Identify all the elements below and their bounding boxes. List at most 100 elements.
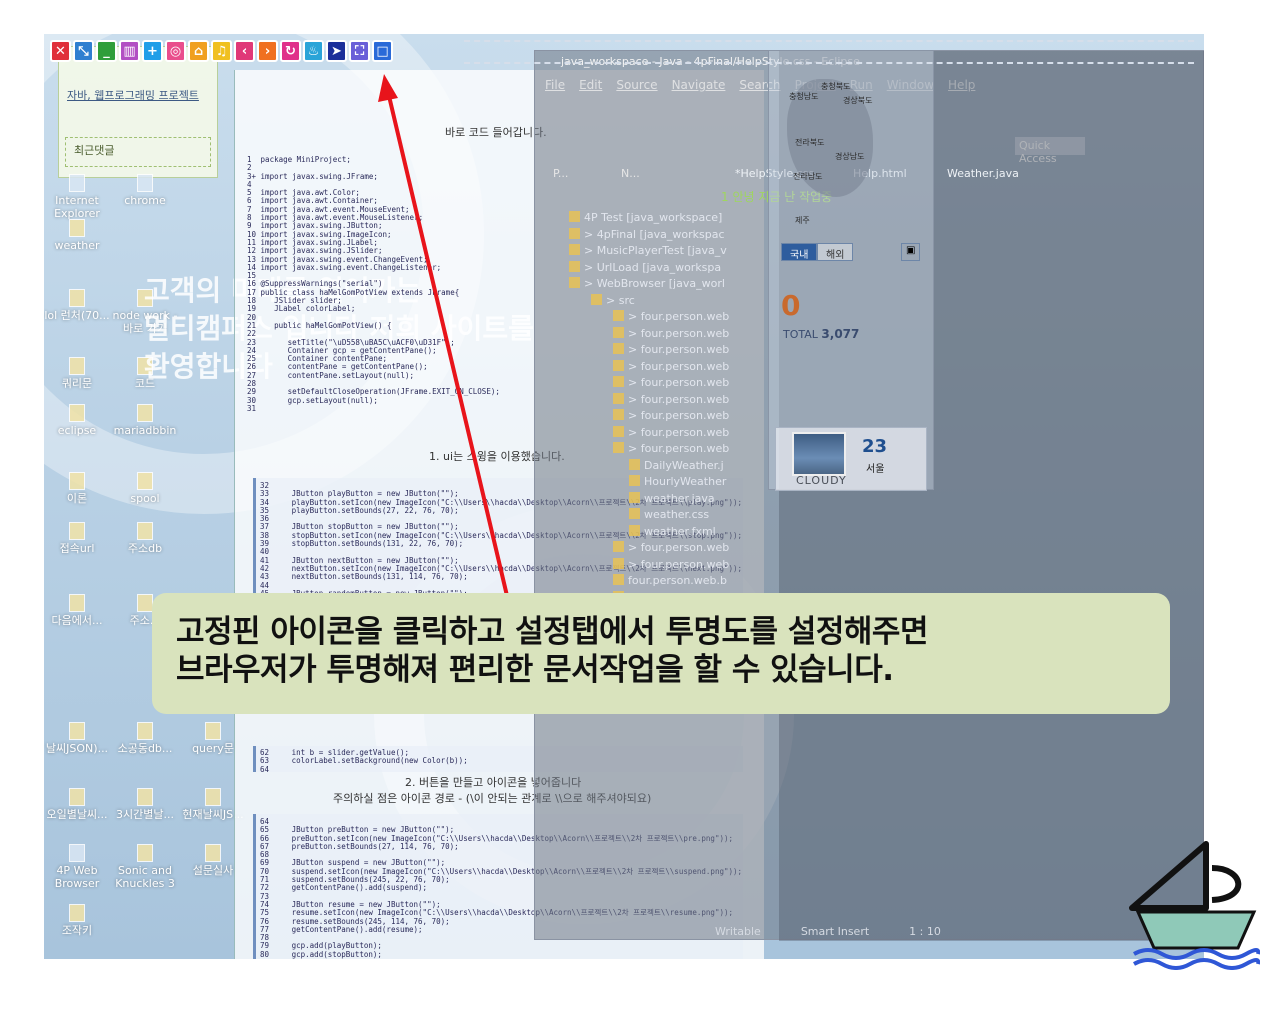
tree-item[interactable]: > four.person.web	[613, 343, 729, 356]
desktop-icon[interactable]: 소공동db...	[110, 722, 180, 755]
desktop-icon[interactable]: 날씨JSON)...	[44, 722, 112, 755]
eclipse-status-bar: Writable Smart Insert 1 : 10	[715, 925, 941, 938]
cloudy-weather-icon	[792, 432, 846, 476]
home-icon[interactable]: ⌂	[188, 40, 209, 62]
tree-item[interactable]: > four.person.web	[613, 310, 729, 323]
tree-item[interactable]: > four.person.web	[613, 359, 730, 373]
tree-item[interactable]: 4P Test [java_workspace]	[569, 211, 722, 224]
map-label: 전라북도	[795, 138, 825, 147]
music-icon[interactable]: ♫	[211, 40, 232, 62]
desktop-icon[interactable]: Internet Explorer	[44, 174, 112, 220]
desktop-icon-label: Internet Explorer	[54, 194, 100, 220]
desktop-icon[interactable]: eclipse	[44, 404, 112, 437]
desktop-icon-label: eclipse	[57, 424, 97, 437]
menu-item-source[interactable]: Source	[616, 78, 657, 92]
tree-item-label: > four.person.web	[628, 359, 730, 373]
tree-item-label: > four.person.web	[628, 541, 730, 554]
navigator-tab[interactable]: N...	[621, 167, 640, 180]
menu-item-file[interactable]: File	[545, 78, 565, 92]
tree-item[interactable]: weather.css	[629, 508, 709, 521]
desktop-icon-label: 다음에서...	[51, 614, 103, 627]
desktop-icon[interactable]: weather	[44, 219, 112, 252]
tab-domestic[interactable]: 국내	[781, 243, 818, 261]
desktop-icon[interactable]: 접속url	[44, 522, 112, 555]
file-icon	[137, 788, 153, 806]
desktop-icon[interactable]: mariadbbin	[110, 404, 180, 437]
refresh-icon[interactable]: ↻	[280, 40, 301, 62]
callout-line-1: 고정핀 아이콘을 클릭하고 설정탭에서 투명도를 설정해주면	[176, 614, 928, 650]
desktop-icon-label: Sonic and Knuckles 3	[115, 864, 175, 890]
tree-item[interactable]: > four.person.web	[613, 326, 730, 340]
tree-item-label: > four.person.web	[628, 326, 730, 340]
desktop-icon-label: 4P Web Browser	[54, 864, 100, 890]
file-icon	[69, 788, 85, 806]
tree-item[interactable]: weather.java	[629, 491, 715, 505]
tree-item-label: HourlyWeather	[644, 475, 727, 488]
shrink-icon[interactable]: ⤡	[73, 40, 94, 62]
menu-item-navigate[interactable]: Navigate	[672, 78, 726, 92]
tree-item[interactable]: > four.person.web	[613, 392, 729, 406]
city-name: 서울	[866, 464, 885, 475]
map-toggle-button[interactable]: ▣	[901, 243, 921, 261]
desktop-icon[interactable]: 쿼리문	[44, 357, 112, 390]
desktop-icon[interactable]: 주소db	[110, 522, 180, 555]
desktop-icon[interactable]: 다음에서...	[44, 594, 112, 627]
tree-item[interactable]: > MusicPlayerTest [java_v	[569, 244, 727, 257]
map-label: 충청남도	[789, 92, 819, 101]
close-icon[interactable]: ✕	[50, 40, 71, 62]
tree-item-label: > four.person.web	[628, 310, 730, 323]
tree-item-label: > four.person.web	[628, 409, 730, 422]
total-value: 3,077	[821, 327, 860, 341]
blog-category-link[interactable]: 자바, 웹프로그래밍 프로젝트	[59, 83, 217, 103]
tree-item[interactable]: > src	[591, 293, 635, 307]
tree-item[interactable]: four.person.web.b	[613, 574, 727, 587]
forward-icon[interactable]: ›	[257, 40, 278, 62]
desktop-icon[interactable]: Sonic and Knuckles 3	[110, 844, 180, 890]
editor-tab-weather[interactable]: Weather.java	[947, 167, 1019, 180]
desktop-icon[interactable]: 조작키	[44, 904, 112, 937]
pin-icon[interactable]: ➤	[326, 40, 347, 62]
tree-item[interactable]: > WebBrowser [java_worl	[569, 277, 725, 290]
tree-item[interactable]: HourlyWeather	[629, 475, 726, 488]
desktop-icon[interactable]: 4P Web Browser	[44, 844, 112, 890]
folder-icon	[613, 425, 624, 437]
tree-item[interactable]: > 4pFinal [java_workspac	[569, 227, 725, 241]
desktop-icon[interactable]: 이론	[44, 472, 112, 505]
tree-item[interactable]: > four.person.web	[613, 376, 729, 389]
desktop-icon[interactable]: lol 런처(70...	[44, 289, 112, 322]
tree-item[interactable]: > four.person.web	[613, 541, 729, 554]
tree-item[interactable]: weather.fxml	[629, 524, 716, 538]
plus-icon[interactable]: +	[142, 40, 163, 62]
folder-icon	[569, 211, 580, 222]
package-explorer-tab[interactable]: P...	[553, 167, 568, 180]
tree-item[interactable]: > four.person.web	[613, 442, 729, 455]
tab-overseas[interactable]: 해외	[817, 243, 854, 261]
globe-icon[interactable]: ◎	[165, 40, 186, 62]
folder-icon	[591, 293, 602, 305]
fullscreen-icon[interactable]: ⛶	[349, 40, 370, 62]
file-icon	[69, 472, 85, 490]
desktop-icon[interactable]: spool	[110, 472, 180, 505]
folder-icon	[629, 508, 640, 519]
logo-wave	[1133, 958, 1260, 970]
square-icon[interactable]: □	[372, 40, 393, 62]
tree-item[interactable]: > four.person.web	[613, 409, 729, 422]
tree-item[interactable]: DailyWeather.j	[629, 458, 724, 472]
folder-icon	[613, 310, 624, 321]
desktop-icon[interactable]: 오일별날씨...	[44, 788, 112, 821]
tree-item[interactable]: > four.person.web	[613, 557, 729, 571]
tree-item[interactable]: > four.person.web	[613, 425, 729, 439]
desktop-icon[interactable]: 3시간별날...	[110, 788, 180, 821]
tree-item-label: > four.person.web	[628, 376, 730, 389]
minimize-icon[interactable]: _	[96, 40, 117, 62]
clean-icon[interactable]: ♨	[303, 40, 324, 62]
weather-card: 23 서울 CLOUDY	[775, 427, 927, 491]
window-icon[interactable]: ▥	[119, 40, 140, 62]
back-icon[interactable]: ‹	[234, 40, 255, 62]
tree-item[interactable]: > UrlLoad [java_workspa	[569, 260, 722, 274]
desktop-icon[interactable]: chrome	[110, 174, 180, 207]
menu-item-edit[interactable]: Edit	[579, 78, 602, 92]
folder-icon	[569, 277, 580, 288]
recent-comments-box: 최근댓글	[65, 137, 211, 167]
tree-item-label: > UrlLoad [java_workspa	[584, 260, 722, 274]
